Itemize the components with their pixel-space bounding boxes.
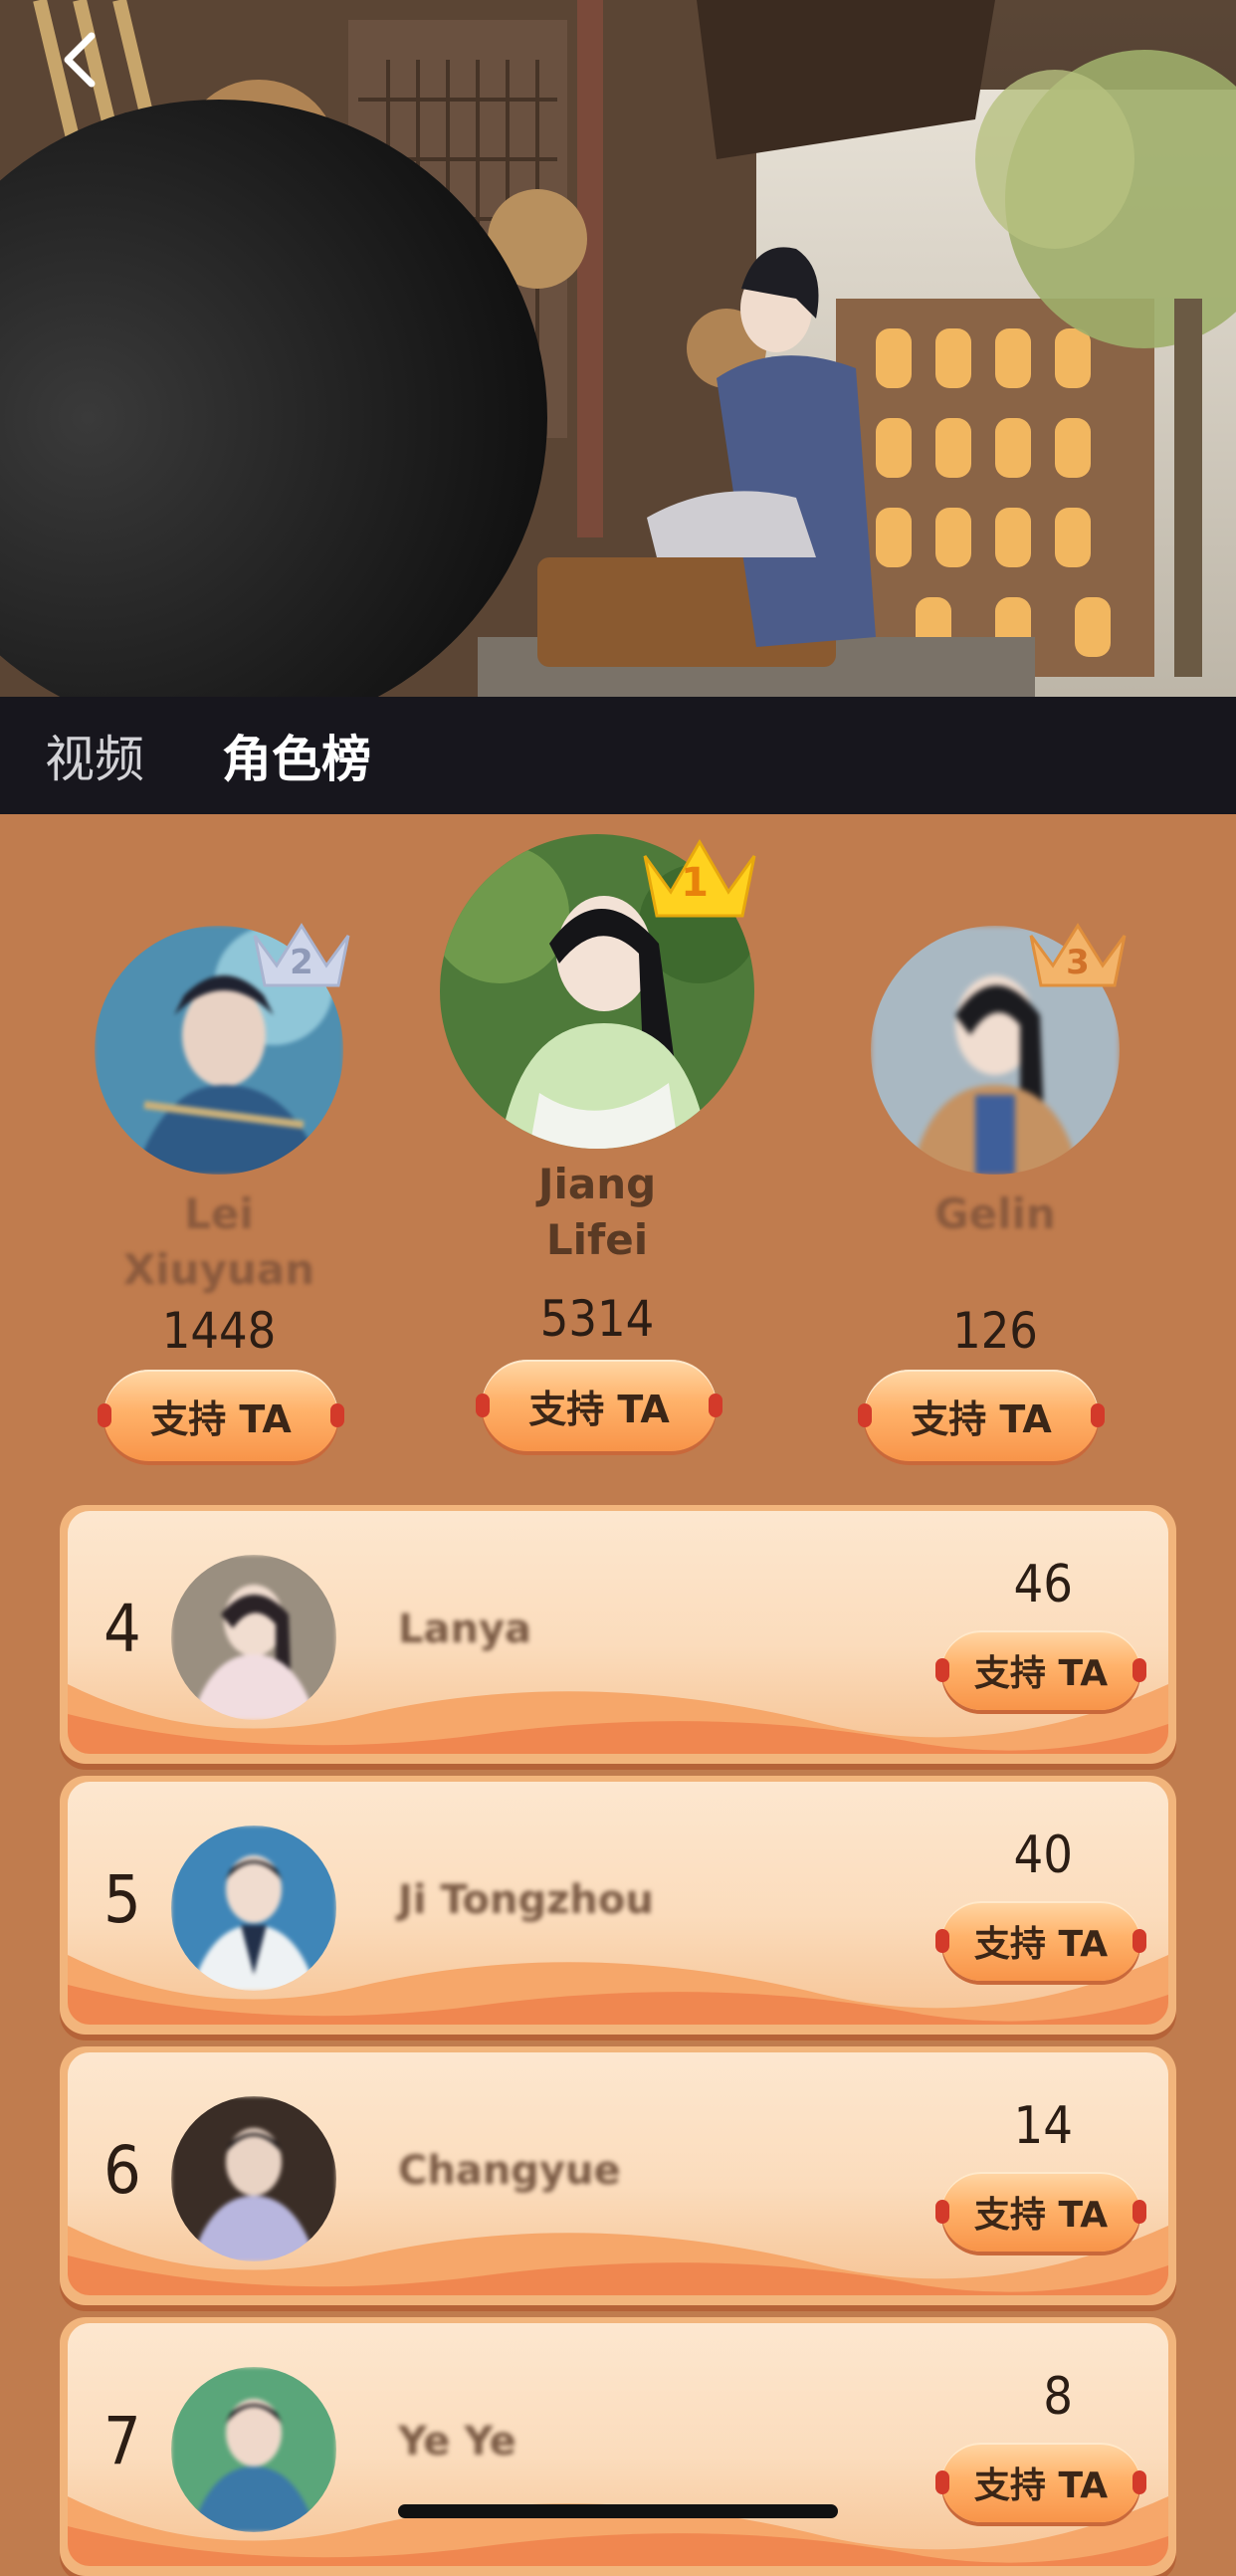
- button-decoration: [1133, 1929, 1146, 1953]
- support-button-label: 支持 TA: [150, 1396, 292, 1441]
- rank-number: 5: [103, 1861, 141, 1938]
- support-count: 5314: [539, 1290, 655, 1348]
- avatar[interactable]: [171, 1825, 336, 1991]
- avatar[interactable]: [171, 1555, 336, 1720]
- video-player[interactable]: [0, 0, 1236, 697]
- button-decoration: [935, 2200, 949, 2224]
- podium-rank-3: 3 Gelin 126 支持 TA: [816, 896, 1174, 1493]
- character-name-line: Lifei: [545, 1215, 649, 1264]
- character-name: Ji Tongzhou: [398, 1877, 654, 1923]
- button-decoration: [476, 1394, 490, 1417]
- svg-text:2: 2: [290, 943, 313, 982]
- button-decoration: [935, 1929, 949, 1953]
- character-name-line: Gelin: [934, 1189, 1056, 1238]
- avatar[interactable]: [171, 2367, 336, 2532]
- support-button-label: 支持 TA: [973, 1924, 1109, 1965]
- button-decoration: [1133, 1658, 1146, 1682]
- support-button[interactable]: 支持 TA: [98, 1370, 344, 1461]
- button-decoration: [935, 2470, 949, 2494]
- ranking-row[interactable]: 7 Ye Ye 8 支持 TA: [60, 2317, 1176, 2576]
- tab-videos[interactable]: 视频: [45, 720, 144, 791]
- character-name-line: Jiang: [537, 1160, 657, 1208]
- support-button[interactable]: 支持 TA: [935, 1630, 1146, 1710]
- character-name: Ye Ye: [398, 2419, 516, 2465]
- video-frame: [0, 0, 1236, 697]
- rank-number: 7: [103, 2403, 141, 2479]
- ranking-row[interactable]: 5 Ji Tongzhou 40 支持 TA: [60, 1776, 1176, 2035]
- support-count: 1448: [161, 1302, 277, 1360]
- tab-character-ranking[interactable]: 角色榜: [222, 720, 371, 791]
- button-decoration: [1133, 2200, 1146, 2224]
- character-name-line: Xiuyuan: [122, 1245, 315, 1294]
- support-button-label: 支持 TA: [911, 1396, 1052, 1441]
- row-background: 5 Ji Tongzhou 40 支持 TA: [68, 1782, 1168, 2025]
- chevron-left-icon: [64, 32, 96, 88]
- rank-number: 4: [103, 1591, 141, 1667]
- button-decoration: [330, 1403, 344, 1427]
- button-decoration: [709, 1394, 722, 1417]
- row-background: 6 Changyue 14 支持 TA: [68, 2052, 1168, 2295]
- support-button-label: 支持 TA: [973, 2466, 1109, 2506]
- home-indicator[interactable]: [398, 2504, 838, 2518]
- support-button-label: 支持 TA: [973, 1653, 1109, 1694]
- character-name: Lanya: [398, 1607, 532, 1652]
- support-button[interactable]: 支持 TA: [935, 2172, 1146, 2252]
- crown-icon: 1: [643, 839, 756, 918]
- avatar[interactable]: [171, 2096, 336, 2261]
- character-name-line: Lei: [184, 1189, 254, 1238]
- support-button-label: 支持 TA: [528, 1387, 670, 1431]
- svg-text:3: 3: [1066, 943, 1090, 982]
- svg-text:1: 1: [681, 860, 709, 906]
- support-count: 40: [1013, 1825, 1073, 1885]
- support-count: 8: [1043, 2367, 1073, 2427]
- back-button[interactable]: [60, 30, 119, 90]
- avatar-image: [171, 1825, 336, 1991]
- rank-number: 6: [103, 2132, 141, 2209]
- row-background: 4 Lanya 46 支持 TA: [68, 1511, 1168, 1754]
- avatar-image: [171, 2096, 336, 2261]
- avatar-image: [171, 1555, 336, 1720]
- support-button[interactable]: 支持 TA: [935, 1901, 1146, 1981]
- support-count: 126: [952, 1302, 1038, 1360]
- support-button[interactable]: 支持 TA: [858, 1370, 1105, 1461]
- avatar-image: [171, 2367, 336, 2532]
- support-count: 14: [1013, 2096, 1073, 2156]
- tab-bar: 视频 角色榜: [0, 697, 1236, 814]
- podium-rank-1: 1 Jiang Lifei 5314 支持 TA: [418, 826, 776, 1483]
- ranking-row[interactable]: 6 Changyue 14 支持 TA: [60, 2046, 1176, 2305]
- button-decoration: [1133, 2470, 1146, 2494]
- button-decoration: [935, 1658, 949, 1682]
- row-background: 7 Ye Ye 8 支持 TA: [68, 2323, 1168, 2566]
- button-decoration: [98, 1403, 111, 1427]
- podium-rank-2: 2 Lei Xiuyuan 1448 支持 TA: [40, 896, 398, 1493]
- support-button-label: 支持 TA: [973, 2195, 1109, 2236]
- support-button[interactable]: 支持 TA: [476, 1360, 722, 1451]
- button-decoration: [1091, 1403, 1105, 1427]
- support-count: 46: [1013, 1555, 1073, 1614]
- support-button[interactable]: 支持 TA: [935, 2443, 1146, 2522]
- character-name: Changyue: [398, 2148, 621, 2194]
- crown-icon: 2: [253, 923, 350, 987]
- crown-icon: 3: [1029, 923, 1127, 987]
- ranking-row[interactable]: 4 Lanya 46 支持 TA: [60, 1505, 1176, 1764]
- button-decoration: [858, 1403, 872, 1427]
